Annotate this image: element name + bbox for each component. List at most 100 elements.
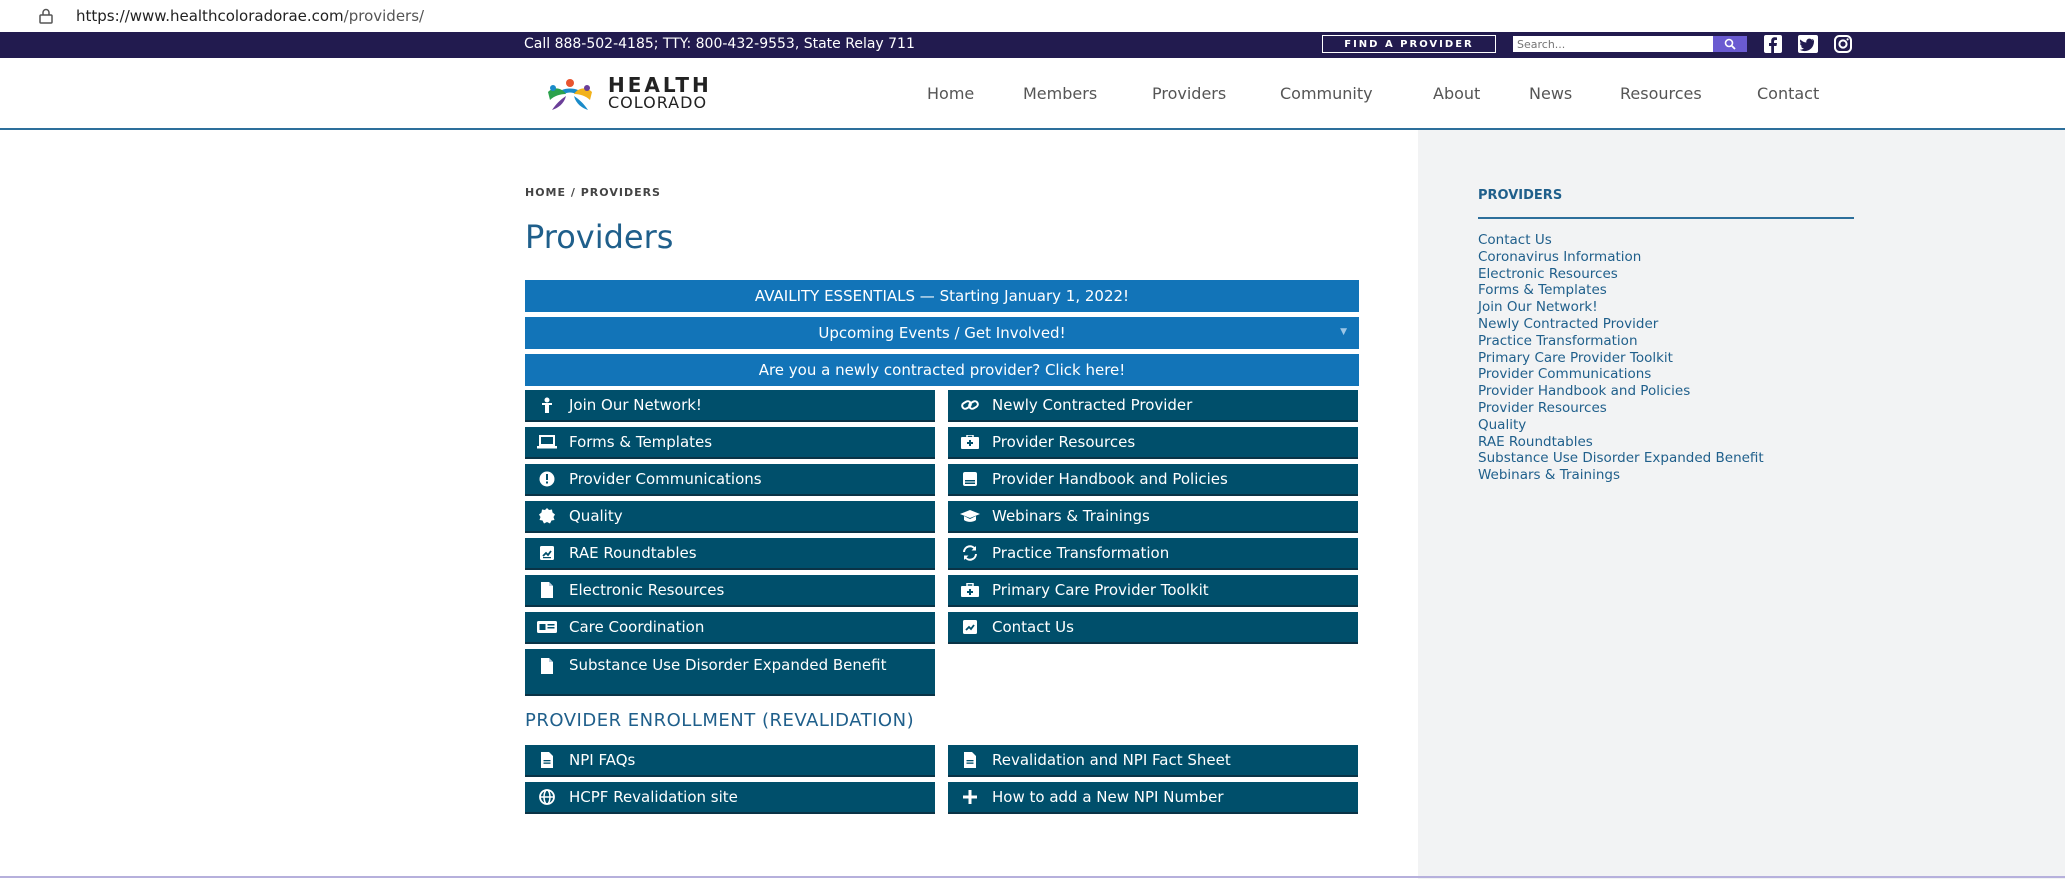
sidebar-link[interactable]: Newly Contracted Provider — [1478, 316, 1764, 333]
nav-community[interactable]: Community — [1280, 84, 1373, 103]
button-label: Provider Resources — [992, 433, 1136, 451]
quality-button[interactable]: Quality — [525, 501, 935, 533]
button-label: RAE Roundtables — [569, 544, 697, 562]
button-label: Provider Communications — [569, 470, 762, 488]
chevron-down-icon: ▼ — [1340, 327, 1347, 337]
checklist-icon — [537, 545, 557, 561]
button-label: Electronic Resources — [569, 581, 725, 599]
enrollment-heading: PROVIDER ENROLLMENT (REVALIDATION) — [525, 710, 915, 731]
breadcrumb-home[interactable]: HOME — [525, 186, 566, 199]
sidebar-link[interactable]: Primary Care Provider Toolkit — [1478, 350, 1764, 367]
sidebar-link[interactable]: Provider Handbook and Policies — [1478, 383, 1764, 400]
instagram-icon[interactable] — [1832, 34, 1854, 54]
nav-about[interactable]: About — [1433, 84, 1480, 103]
sidebar-list: Contact Us Coronavirus Information Elect… — [1478, 232, 1764, 484]
nav-home[interactable]: Home — [927, 84, 974, 103]
search-button[interactable] — [1713, 36, 1747, 52]
breadcrumb: HOME / PROVIDERS — [525, 186, 661, 199]
sidebar-title: PROVIDERS — [1478, 188, 1563, 203]
book-icon — [960, 471, 980, 487]
globe-icon — [537, 789, 557, 805]
document-icon — [960, 752, 980, 768]
call-text: Call 888-502-4185; TTY: 800-432-9553, St… — [524, 36, 915, 52]
forms-templates-button[interactable]: Forms & Templates — [525, 427, 935, 459]
url-text[interactable]: https://www.healthcoloradorae.com/provid… — [76, 7, 424, 25]
browser-url-bar[interactable]: https://www.healthcoloradorae.com/provid… — [0, 0, 2065, 33]
care-coordination-button[interactable]: Care Coordination — [525, 612, 935, 644]
sidebar-link[interactable]: Contact Us — [1478, 232, 1764, 249]
banner-label: AVAILITY ESSENTIALS — Starting January 1… — [754, 287, 1130, 305]
id-card-icon — [537, 619, 557, 635]
document-icon — [537, 752, 557, 768]
sidebar-link[interactable]: Forms & Templates — [1478, 282, 1764, 299]
sidebar-link[interactable]: Coronavirus Information — [1478, 249, 1764, 266]
nav-providers[interactable]: Providers — [1152, 84, 1226, 103]
sidebar-link[interactable]: Webinars & Trainings — [1478, 467, 1764, 484]
checklist-icon — [960, 619, 980, 635]
sidebar-link[interactable]: Electronic Resources — [1478, 266, 1764, 283]
url-path: /providers/ — [343, 7, 425, 25]
button-label: Forms & Templates — [569, 433, 713, 451]
url-host: https://www.healthcoloradorae.com — [76, 7, 344, 25]
webinars-trainings-button[interactable]: Webinars & Trainings — [948, 501, 1358, 533]
page-title: Providers — [525, 218, 674, 256]
button-label: Quality — [569, 507, 623, 525]
newly-contracted-button[interactable]: Newly Contracted Provider — [948, 390, 1358, 422]
sidebar-link[interactable]: Join Our Network! — [1478, 299, 1764, 316]
new-provider-banner[interactable]: Are you a newly contracted provider? Cli… — [525, 354, 1359, 386]
primary-care-toolkit-button[interactable]: Primary Care Provider Toolkit — [948, 575, 1358, 607]
provider-communications-button[interactable]: Provider Communications — [525, 464, 935, 496]
button-label: Join Our Network! — [569, 396, 702, 414]
revalidation-fact-sheet-button[interactable]: Revalidation and NPI Fact Sheet — [948, 745, 1358, 777]
substance-use-button[interactable]: Substance Use Disorder Expanded Benefit — [525, 649, 935, 696]
facebook-icon[interactable] — [1762, 34, 1784, 54]
upcoming-events-banner[interactable]: Upcoming Events / Get Involved! ▼ — [525, 317, 1359, 349]
medkit-icon — [960, 434, 980, 450]
sidebar-link[interactable]: Provider Communications — [1478, 366, 1764, 383]
sidebar-link[interactable]: Quality — [1478, 417, 1764, 434]
logo-text: HEALTH COLORADO — [608, 73, 712, 112]
sidebar-link[interactable]: Provider Resources — [1478, 400, 1764, 417]
sidebar-link[interactable]: Practice Transformation — [1478, 333, 1764, 350]
search-input[interactable] — [1513, 36, 1713, 52]
join-network-button[interactable]: Join Our Network! — [525, 390, 935, 422]
laptop-icon — [537, 434, 557, 450]
sidebar-link[interactable]: Substance Use Disorder Expanded Benefit — [1478, 450, 1764, 467]
button-label: NPI FAQs — [569, 751, 636, 769]
logo-line-1: HEALTH — [608, 73, 712, 97]
twitter-icon[interactable] — [1797, 34, 1819, 54]
breadcrumb-separator: / — [570, 186, 576, 199]
lock-icon — [36, 6, 56, 26]
info-icon — [537, 471, 557, 487]
button-label: HCPF Revalidation site — [569, 788, 738, 806]
banner-label: Upcoming Events / Get Involved! — [818, 324, 1066, 342]
nav-contact[interactable]: Contact — [1757, 84, 1819, 103]
sidebar-link[interactable]: RAE Roundtables — [1478, 434, 1764, 451]
banner-label: Are you a newly contracted provider? Cli… — [758, 361, 1126, 379]
health-colorado-logo[interactable]: HEALTH COLORADO — [542, 74, 712, 114]
badge-icon — [537, 508, 557, 524]
breadcrumb-current: PROVIDERS — [580, 186, 661, 199]
link-icon — [960, 397, 980, 413]
practice-transformation-button[interactable]: Practice Transformation — [948, 538, 1358, 570]
button-label: Contact Us — [992, 618, 1074, 636]
provider-handbook-button[interactable]: Provider Handbook and Policies — [948, 464, 1358, 496]
refresh-icon — [960, 545, 980, 561]
top-utility-bar: Call 888-502-4185; TTY: 800-432-9553, St… — [0, 32, 2065, 58]
logo-mark-icon — [542, 74, 598, 114]
nav-members[interactable]: Members — [1023, 84, 1097, 103]
find-provider-button[interactable]: FIND A PROVIDER — [1322, 35, 1496, 53]
electronic-resources-button[interactable]: Electronic Resources — [525, 575, 935, 607]
availity-banner[interactable]: AVAILITY ESSENTIALS — Starting January 1… — [525, 280, 1359, 312]
hcpf-revalidation-button[interactable]: HCPF Revalidation site — [525, 782, 935, 814]
contact-us-button[interactable]: Contact Us — [948, 612, 1358, 644]
npi-faqs-button[interactable]: NPI FAQs — [525, 745, 935, 777]
nav-resources[interactable]: Resources — [1620, 84, 1702, 103]
button-label: Webinars & Trainings — [992, 507, 1150, 525]
add-npi-button[interactable]: How to add a New NPI Number — [948, 782, 1358, 814]
provider-resources-button[interactable]: Provider Resources — [948, 427, 1358, 459]
rae-roundtables-button[interactable]: RAE Roundtables — [525, 538, 935, 570]
button-label: Revalidation and NPI Fact Sheet — [992, 751, 1231, 769]
document-icon — [537, 582, 557, 598]
nav-news[interactable]: News — [1529, 84, 1572, 103]
